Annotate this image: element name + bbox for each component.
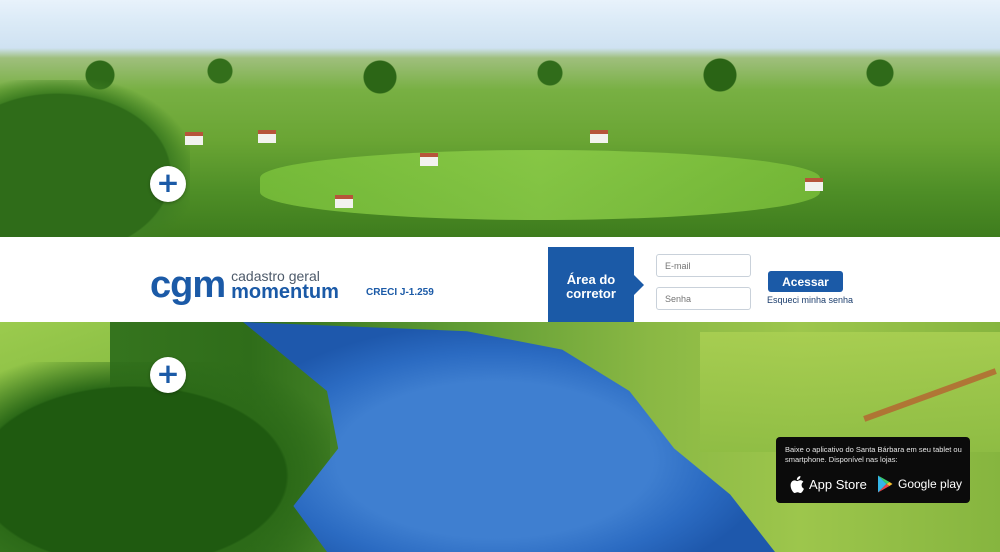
lawn (260, 150, 820, 220)
login-button[interactable]: Acessar (768, 271, 843, 292)
app-description: Baixe o aplicativo do Santa Bárbara em s… (785, 445, 962, 464)
google-play-icon (878, 475, 893, 493)
plus-icon: + (156, 357, 180, 390)
creci-label: CRECI J-1.259 (366, 287, 434, 298)
house (590, 130, 608, 143)
house (805, 178, 823, 191)
logo-mark: cgm (150, 264, 226, 306)
google-play-button[interactable]: Google play (877, 473, 962, 495)
forgot-password-link[interactable]: Esqueci minha senha (767, 295, 853, 305)
expand-bottom-image-button[interactable]: + (150, 357, 186, 393)
house (185, 132, 203, 145)
field-right (700, 332, 1000, 452)
broker-area-badge: Área do corretor (548, 247, 644, 322)
logo-line2: momentum (231, 281, 339, 303)
hero-image-village (0, 0, 1000, 237)
google-play-label: Google play (898, 477, 963, 491)
forest-left (0, 80, 190, 237)
logo[interactable]: cgm cadastro geral momentum (150, 264, 339, 306)
plus-icon: + (156, 166, 180, 199)
expand-top-image-button[interactable]: + (150, 166, 186, 202)
house (258, 130, 276, 143)
password-input[interactable] (656, 287, 751, 310)
app-store-label: App Store (809, 476, 867, 492)
app-store-button[interactable]: App Store (790, 473, 867, 495)
email-input[interactable] (656, 254, 751, 277)
broker-area-title: Área do corretor (566, 272, 616, 301)
house (335, 195, 353, 208)
apple-icon (790, 475, 804, 493)
house (420, 153, 438, 166)
app-download-box: Baixe o aplicativo do Santa Bárbara em s… (776, 437, 970, 503)
